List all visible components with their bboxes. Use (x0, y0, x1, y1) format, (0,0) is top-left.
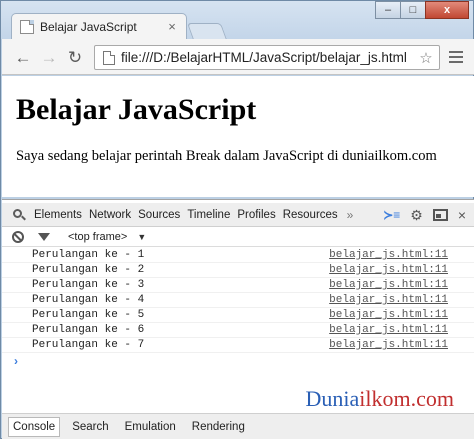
console-row: Perulangan ke - 3 belajar_js.html:11 (2, 278, 474, 293)
console-source-link[interactable]: belajar_js.html:11 (329, 249, 448, 261)
console-row: Perulangan ke - 5 belajar_js.html:11 (2, 308, 474, 323)
tab-timeline[interactable]: Timeline (187, 209, 230, 221)
console-message: Perulangan ke - 6 (32, 324, 145, 336)
tab-resources[interactable]: Resources (283, 209, 338, 221)
console-prompt[interactable]: › (2, 353, 474, 369)
settings-gear-icon[interactable]: ⚙ (410, 207, 423, 223)
clear-console-icon[interactable] (12, 230, 24, 243)
console-message: Perulangan ke - 3 (32, 279, 145, 291)
dock-side-icon[interactable] (432, 209, 448, 221)
page-paragraph: Saya sedang belajar perintah Break dalam… (16, 148, 437, 164)
drawer-tabbar: Console Search Emulation Rendering (2, 413, 474, 439)
console-source-link[interactable]: belajar_js.html:11 (329, 294, 448, 306)
inspect-search-icon[interactable] (12, 208, 26, 222)
url-text[interactable]: file:///D:/BelajarHTML/JavaScript/belaja… (121, 50, 417, 65)
minimize-button[interactable]: – (375, 1, 401, 19)
browser-toolbar: ← → ↻ file:///D:/BelajarHTML/JavaScript/… (2, 39, 474, 75)
window-controls: – □ x (375, 1, 469, 19)
new-tab-button[interactable] (186, 23, 228, 40)
watermark-logo: Duniailkom.com (306, 386, 454, 412)
console-row: Perulangan ke - 6 belajar_js.html:11 (2, 323, 474, 338)
filter-icon[interactable] (38, 232, 50, 241)
console-row: Perulangan ke - 1 belajar_js.html:11 (2, 248, 474, 263)
browser-window: Belajar JavaScript × – □ x ← → ↻ file://… (0, 0, 474, 439)
page-favicon-icon (20, 20, 34, 34)
drawer-tab-rendering[interactable]: Rendering (188, 418, 249, 436)
console-row: Perulangan ke - 7 belajar_js.html:11 (2, 338, 474, 353)
page-viewport: Belajar JavaScript Saya sedang belajar p… (2, 76, 474, 197)
console-filterbar: <top frame> ▼ (2, 227, 474, 247)
tab-sources[interactable]: Sources (138, 209, 180, 221)
tab-title: Belajar JavaScript (40, 20, 137, 34)
watermark-part2: ilkom.com (359, 386, 454, 411)
address-bar[interactable]: file:///D:/BelajarHTML/JavaScript/belaja… (94, 45, 440, 70)
devtools-panel: Elements Network Sources Timeline Profil… (2, 199, 474, 439)
drawer-tab-search[interactable]: Search (68, 418, 112, 436)
console-message: Perulangan ke - 1 (32, 249, 145, 261)
tab-network[interactable]: Network (89, 209, 131, 221)
devtools-tabbar: Elements Network Sources Timeline Profil… (2, 203, 474, 227)
console-drawer-icon[interactable]: ≻≡ (383, 207, 400, 223)
bookmark-star-icon[interactable]: ☆ (417, 49, 435, 67)
frame-selector[interactable]: <top frame> ▼ (68, 231, 146, 243)
page-icon (103, 50, 115, 65)
console-message: Perulangan ke - 2 (32, 264, 145, 276)
drawer-tab-console[interactable]: Console (8, 416, 61, 437)
console-row: Perulangan ke - 2 belajar_js.html:11 (2, 263, 474, 278)
forward-button[interactable]: → (38, 47, 60, 69)
browser-tab[interactable]: Belajar JavaScript × (11, 13, 187, 40)
watermark-part1: Dunia (305, 386, 360, 411)
frame-select-label: <top frame> (68, 230, 128, 243)
chevron-down-icon: ▼ (137, 231, 147, 242)
reload-button[interactable]: ↻ (64, 47, 86, 69)
maximize-button[interactable]: □ (400, 1, 426, 19)
console-row: Perulangan ke - 4 belajar_js.html:11 (2, 293, 474, 308)
devtools-actions: ≻≡ ⚙ × (373, 207, 466, 223)
console-source-link[interactable]: belajar_js.html:11 (329, 324, 448, 336)
menu-icon[interactable] (448, 49, 464, 65)
drawer-tab-emulation[interactable]: Emulation (121, 418, 180, 436)
console-message: Perulangan ke - 5 (32, 309, 145, 321)
tab-profiles[interactable]: Profiles (237, 209, 275, 221)
console-source-link[interactable]: belajar_js.html:11 (329, 279, 448, 291)
console-source-link[interactable]: belajar_js.html:11 (329, 309, 448, 321)
back-button[interactable]: ← (12, 47, 34, 69)
close-devtools-icon[interactable]: × (458, 207, 466, 223)
tab-strip: Belajar JavaScript × – □ x (1, 1, 473, 40)
console-message: Perulangan ke - 7 (32, 339, 145, 351)
more-tabs-icon[interactable]: » (347, 208, 354, 222)
console-message: Perulangan ke - 4 (32, 294, 145, 306)
tab-elements[interactable]: Elements (34, 209, 82, 221)
console-source-link[interactable]: belajar_js.html:11 (329, 339, 448, 351)
close-window-button[interactable]: x (425, 1, 469, 19)
console-source-link[interactable]: belajar_js.html:11 (329, 264, 448, 276)
tab-close-icon[interactable]: × (166, 19, 178, 34)
prompt-chevron-icon: › (14, 354, 18, 368)
page-heading: Belajar JavaScript (16, 93, 257, 126)
console-log: Perulangan ke - 1 belajar_js.html:11 Peru… (2, 248, 474, 369)
